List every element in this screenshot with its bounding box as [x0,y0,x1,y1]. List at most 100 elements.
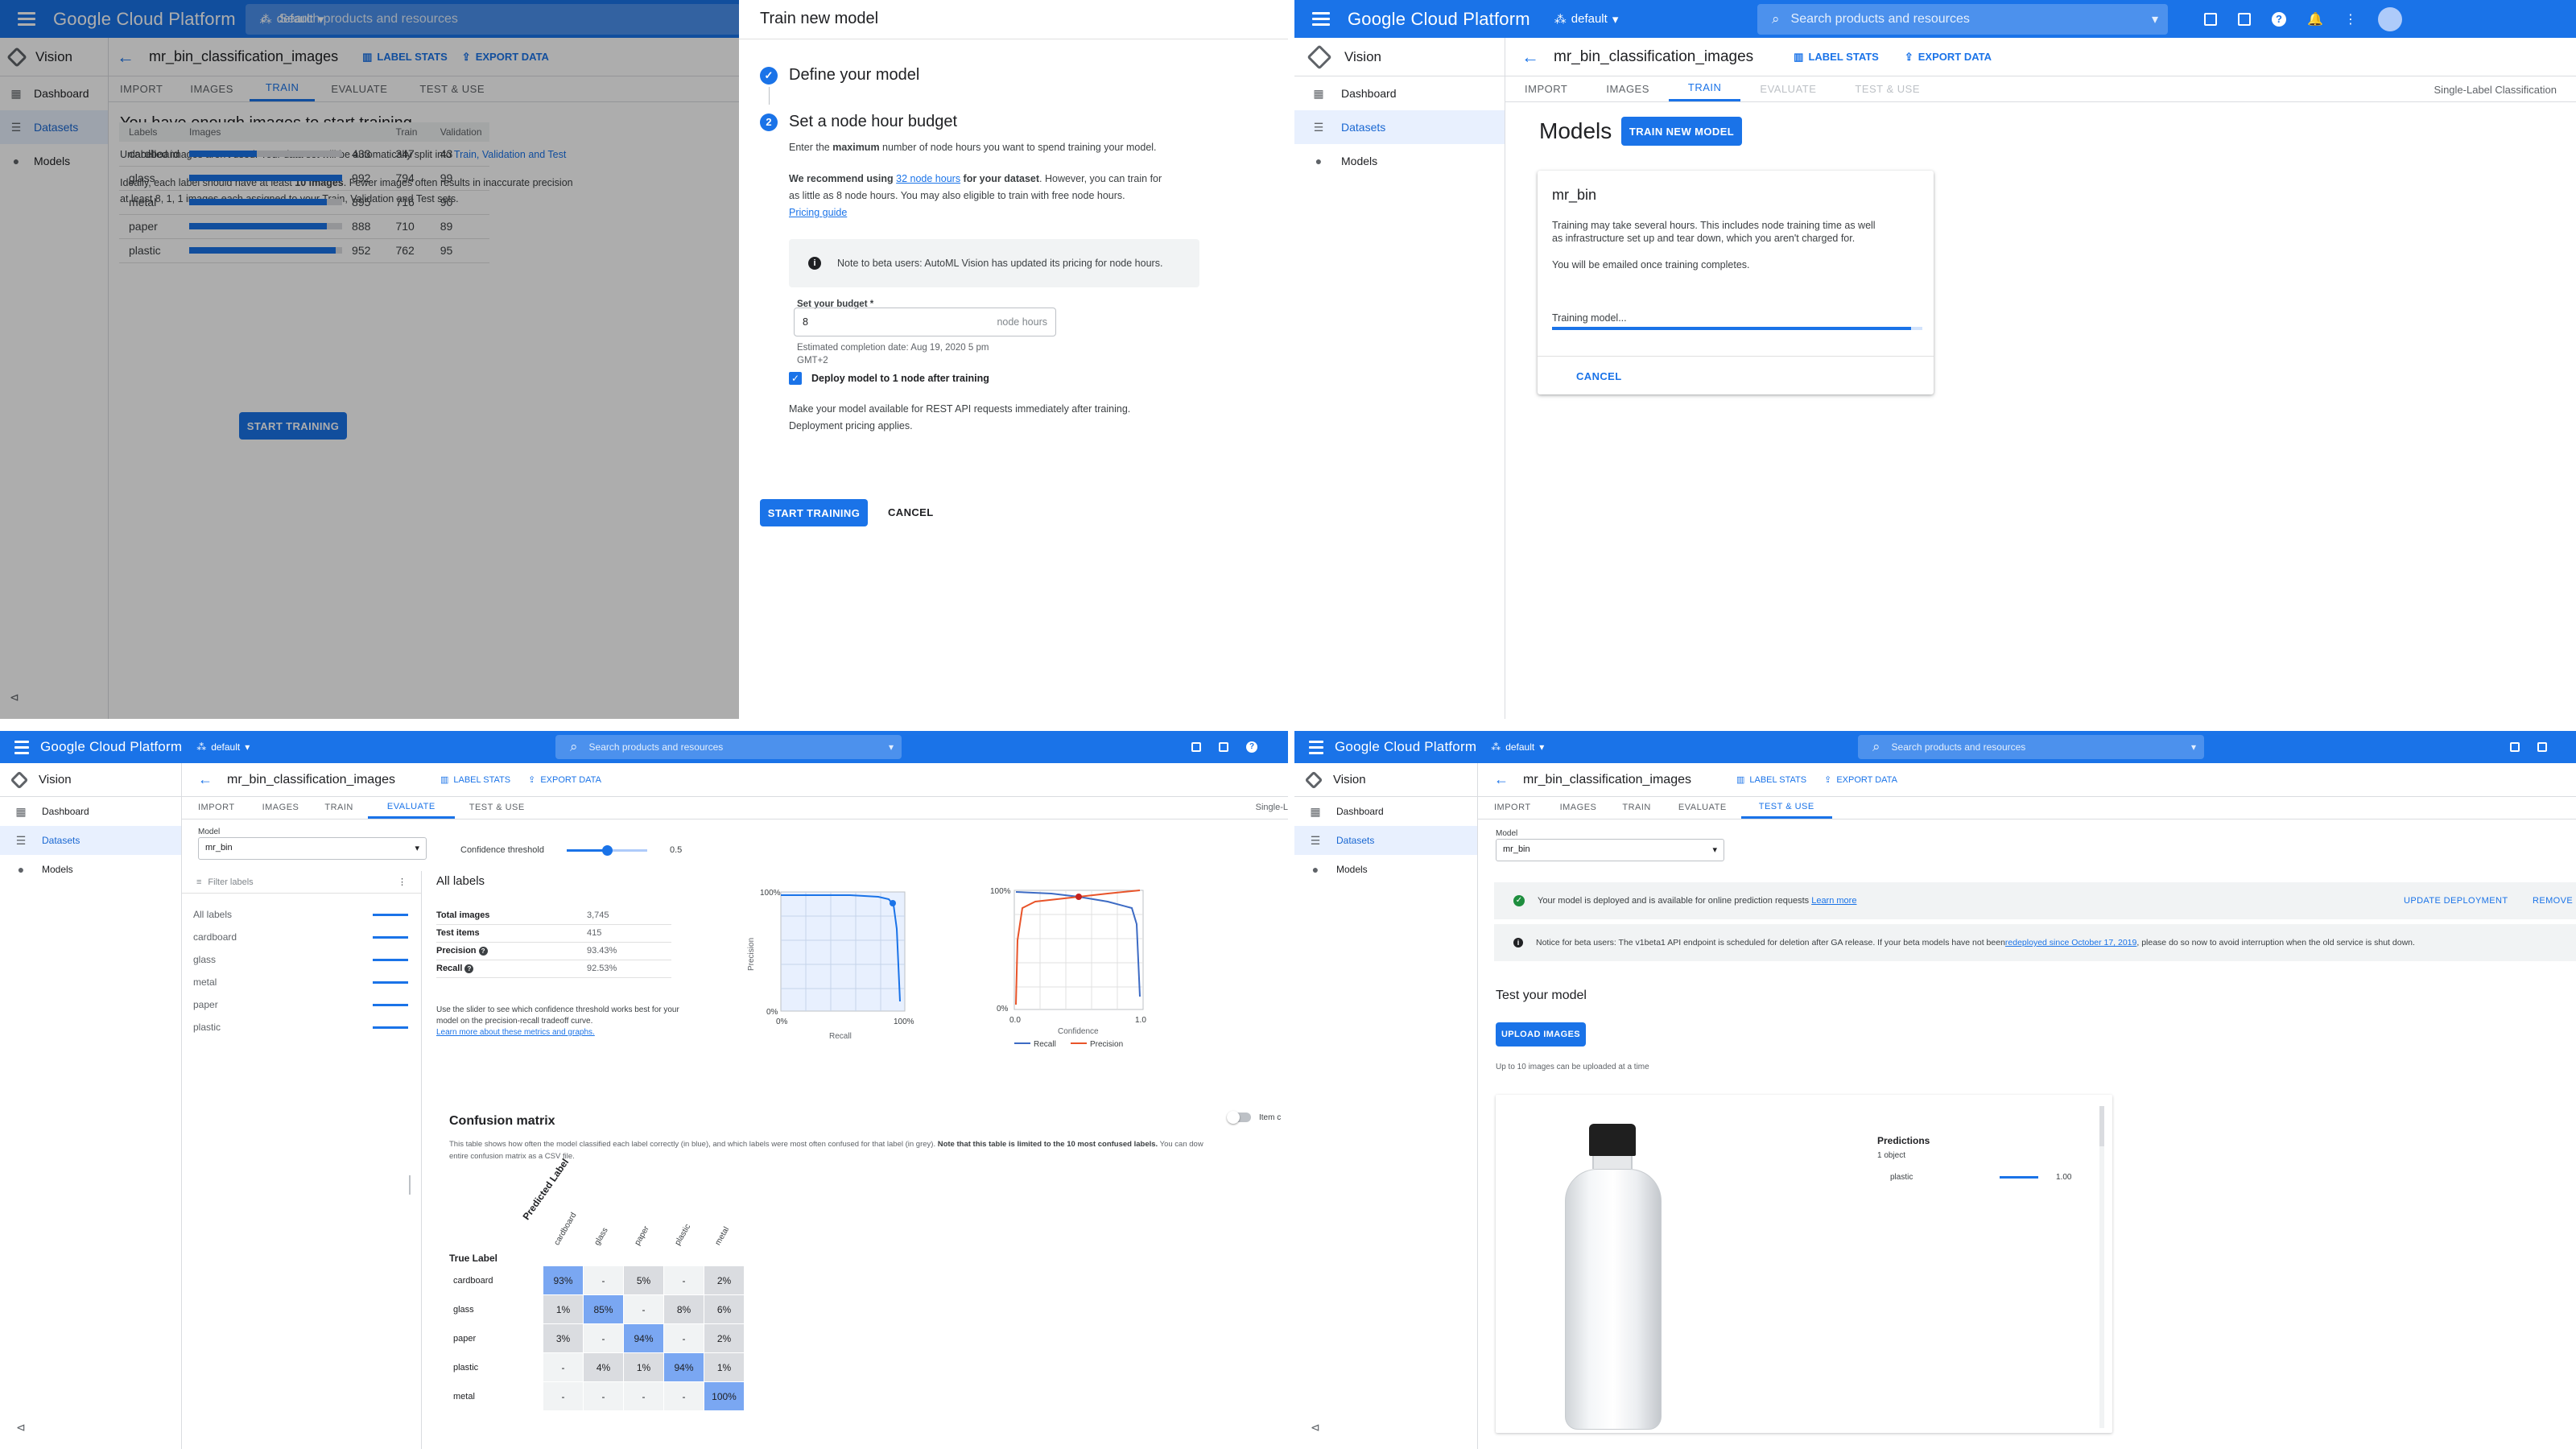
redeployed-link[interactable]: redeployed since October 17, 2019 [2005,938,2136,947]
label-item-glass[interactable]: glass [182,948,421,971]
model-select[interactable]: mr_bin ▾ [198,837,427,860]
pricing-guide-link[interactable]: Pricing guide [789,207,847,218]
project-selector[interactable]: ⁂ default ▾ [196,741,250,753]
menu-icon[interactable] [1309,740,1323,754]
project-selector[interactable]: ⁂ default ▾ [1491,741,1544,753]
gcp-brand[interactable]: Google Cloud Platform [40,739,182,755]
cm-row-label: plastic [448,1352,543,1382]
export-data-button[interactable]: ⇪ EXPORT DATA [528,774,601,786]
tab-import[interactable]: IMPORT [1478,796,1547,819]
card-scrollbar[interactable] [2099,1106,2104,1428]
gift-icon[interactable] [2510,742,2520,752]
label-stats-button[interactable]: ▥ LABEL STATS [1794,51,1879,64]
deploy-note: Make your model available for REST API r… [789,401,1130,435]
label-item-all[interactable]: All labels [182,903,421,926]
bell-icon[interactable]: 🔔 [2307,11,2323,27]
gcp-brand[interactable]: Google Cloud Platform [1335,739,1476,755]
label-item-plastic[interactable]: plastic [182,1016,421,1038]
label-name: cardboard [193,931,237,943]
back-arrow-icon[interactable]: ← [1494,771,1509,788]
panel-resize-handle[interactable] [409,1175,411,1195]
cloud-shell-icon[interactable] [1219,742,1228,752]
cancel-training-button[interactable]: CANCEL [1576,370,1622,382]
cm-cell: 100% [704,1381,745,1411]
nav-datasets[interactable]: ☰ Datasets [1294,826,1477,855]
cloud-shell-icon[interactable] [2238,12,2251,26]
dialog-start-training-button[interactable]: START TRAINING [760,499,868,526]
menu-icon[interactable] [1312,12,1330,26]
tab-test-use[interactable]: TEST & USE [1740,796,1832,819]
tab-train[interactable]: TRAIN [310,796,368,819]
nav-dashboard[interactable]: ▦ Dashboard [1294,797,1477,826]
help-icon[interactable]: ? [478,947,488,956]
vision-logo-icon [1307,43,1332,70]
gift-icon[interactable] [2204,12,2217,26]
update-deployment-button[interactable]: UPDATE DEPLOYMENT [2404,896,2508,906]
nav-dashboard[interactable]: ▦ Dashboard [0,797,181,826]
tab-images[interactable]: IMAGES [251,796,311,819]
rec-bold-2: for your dataset [960,173,1040,184]
nav-datasets[interactable]: ☰ Datasets [1294,110,1505,144]
top-bar-icons: ? 🔔 ⋮ [2204,6,2402,31]
label-item-cardboard[interactable]: cardboard [182,926,421,948]
model-select[interactable]: mr_bin ▾ [1496,839,1724,861]
avatar[interactable] [2377,6,2402,31]
label-item-paper[interactable]: paper [182,993,421,1016]
slider-note-line2: model on the precision-recall tradeoff c… [436,1017,593,1026]
budget-input[interactable]: 8 node hours [794,308,1056,336]
train-new-model-button[interactable]: TRAIN NEW MODEL [1621,117,1742,146]
project-selector[interactable]: ⁂ default ▾ [1554,12,1619,27]
item-toggle[interactable]: Item c [1227,1111,1281,1124]
tab-evaluate[interactable]: EVALUATE [367,796,455,819]
tab-test-use[interactable]: TEST & USE [455,796,539,819]
nav-dashboard[interactable]: ▦ Dashboard [1294,76,1505,110]
prediction-row: plastic 1.00 [1877,1169,2087,1185]
nav-models[interactable]: ● Models [0,855,181,884]
search-box[interactable]: ⌕ Search products and resources ▾ [1757,3,2168,35]
tab-test-use: TEST & USE [1855,82,1921,95]
upload-images-button[interactable]: UPLOAD IMAGES [1496,1022,1586,1046]
collapse-nav-icon[interactable]: ⊲ [16,1421,26,1435]
nav-models[interactable]: ● Models [1294,855,1477,884]
search-box[interactable]: ⌕ Search products and resources ▾ [1858,735,2204,759]
label-item-metal[interactable]: metal [182,971,421,993]
help-icon[interactable]: ? [2272,11,2286,27]
node-hours-link[interactable]: 32 node hours [896,173,960,184]
tab-images[interactable]: IMAGES [1587,76,1669,101]
remove-button[interactable]: REMOVE [2533,896,2573,906]
tab-train[interactable]: TRAIN [1668,76,1741,101]
tab-import[interactable]: IMPORT [1505,76,1587,101]
toggle-switch[interactable] [1227,1111,1251,1124]
back-arrow-icon[interactable]: ← [198,771,213,788]
slider-thumb[interactable] [602,845,613,856]
back-arrow-icon[interactable]: ← [1521,47,1539,68]
deploy-checkbox[interactable]: ✓ [789,372,802,385]
metric-value: 3,745 [586,906,671,925]
help-icon[interactable]: ? [1246,741,1257,753]
gcp-brand[interactable]: Google Cloud Platform [1348,9,1530,30]
cloud-shell-icon[interactable] [2537,742,2547,752]
more-vert-icon[interactable]: ⋮ [398,877,407,887]
gift-icon[interactable] [1191,742,1201,752]
filter-labels-input[interactable]: ≡ Filter labels ⋮ [182,871,421,894]
threshold-slider[interactable] [567,845,647,856]
learn-more-link[interactable]: Learn more [1811,896,1856,906]
menu-icon[interactable] [14,740,29,754]
collapse-nav-icon[interactable]: ⊲ [1311,1421,1320,1435]
nav-models[interactable]: ● Models [1294,144,1505,178]
dialog-cancel-button[interactable]: CANCEL [888,506,934,518]
export-data-button[interactable]: ⇪ EXPORT DATA [1905,51,1992,64]
help-icon[interactable]: ? [464,964,474,973]
search-box[interactable]: ⌕ Search products and resources ▾ [555,735,902,759]
tab-import[interactable]: IMPORT [182,796,251,819]
nav-datasets[interactable]: ☰ Datasets [0,826,181,855]
export-data-button[interactable]: ⇪ EXPORT DATA [1824,774,1897,786]
tab-evaluate[interactable]: EVALUATE [1664,796,1741,819]
tab-images[interactable]: IMAGES [1547,796,1610,819]
label-stats-button[interactable]: ▥ LABEL STATS [1736,774,1806,786]
more-vert-icon[interactable]: ⋮ [2344,11,2357,27]
learn-more-metrics-link[interactable]: Learn more about these metrics and graph… [436,1028,595,1037]
cm-cell: 2% [704,1265,745,1295]
tab-train[interactable]: TRAIN [1609,796,1664,819]
label-stats-button[interactable]: ▥ LABEL STATS [440,774,510,786]
